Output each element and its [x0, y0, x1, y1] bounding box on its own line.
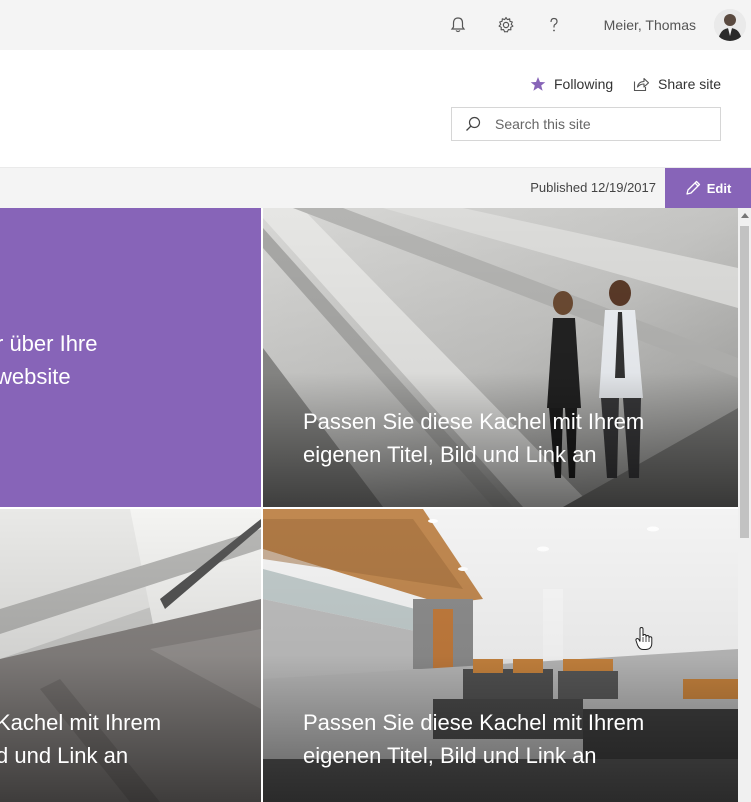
- hero-tile-1-line1: r über Ihre: [0, 331, 98, 356]
- share-site-label: Share site: [658, 76, 722, 92]
- hero-tile-4-line1: Passen Sie diese Kachel mit Ihrem: [303, 710, 645, 735]
- hero-tile-3-line1: Kachel mit Ihrem: [0, 710, 162, 735]
- hero-tile-1-text: r über Ihre website: [0, 327, 98, 393]
- share-site-button[interactable]: Share site: [633, 76, 721, 92]
- bell-icon[interactable]: [447, 14, 469, 36]
- hero-tile-2-text: Passen Sie diese Kachel mit Ihrem eigene…: [303, 405, 644, 471]
- search-input[interactable]: [493, 115, 707, 133]
- hero-tile-2-line2: eigenen Titel, Bild und Link an: [303, 442, 597, 467]
- hero-tile-2[interactable]: Passen Sie diese Kachel mit Ihrem eigene…: [263, 208, 738, 507]
- following-label: Following: [554, 76, 614, 92]
- hero-tile-2-line1: Passen Sie diese Kachel mit Ihrem: [303, 409, 645, 434]
- suite-bar: Meier, Thomas: [0, 0, 751, 50]
- help-icon[interactable]: [543, 14, 565, 36]
- gear-icon[interactable]: [495, 14, 517, 36]
- hero-tile-1-line2: website: [0, 364, 71, 389]
- search-icon: [465, 116, 481, 132]
- pencil-icon: [686, 180, 700, 195]
- edit-label: Edit: [706, 180, 732, 196]
- page-scrollbar[interactable]: [738, 208, 751, 802]
- star-icon: [530, 77, 546, 91]
- published-date: Published 12/19/2017: [530, 180, 656, 195]
- command-bar: Published 12/19/2017 Edit: [0, 168, 751, 208]
- share-icon: [633, 77, 650, 92]
- hand-cursor-icon: [635, 626, 653, 656]
- search-box[interactable]: [451, 107, 721, 141]
- scrollbar-thumb[interactable]: [740, 226, 749, 538]
- hero-tile-1[interactable]: r über Ihre website: [0, 208, 261, 507]
- hero-tile-3[interactable]: Kachel mit Ihrem d und Link an: [0, 509, 261, 802]
- following-button[interactable]: Following: [530, 76, 613, 92]
- user-name[interactable]: Meier, Thomas: [604, 17, 696, 33]
- hero-tile-4-text: Passen Sie diese Kachel mit Ihrem eigene…: [303, 706, 644, 772]
- hero-tile-3-line2: d und Link an: [0, 743, 129, 768]
- hero-tile-4[interactable]: Passen Sie diese Kachel mit Ihrem eigene…: [263, 509, 738, 802]
- hero-tile-3-text: Kachel mit Ihrem d und Link an: [0, 706, 161, 772]
- scroll-up-arrow-icon[interactable]: [741, 213, 749, 218]
- avatar[interactable]: [714, 9, 746, 41]
- hero-tile-4-line2: eigenen Titel, Bild und Link an: [303, 743, 597, 768]
- site-header: Following Share site: [0, 50, 751, 168]
- edit-button[interactable]: Edit: [665, 168, 751, 208]
